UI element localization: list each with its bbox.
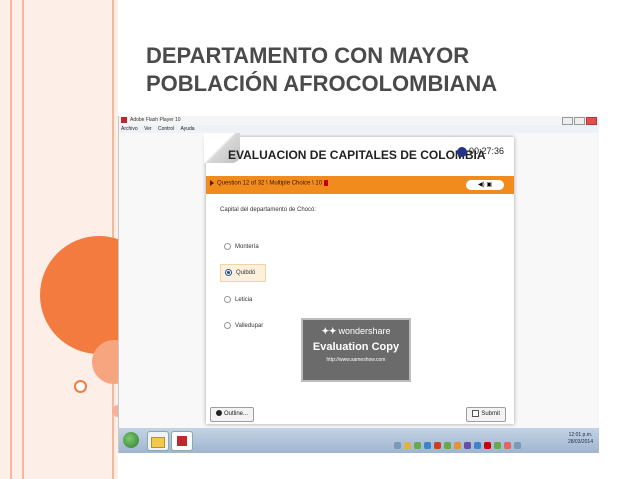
- tray-icon[interactable]: [444, 442, 451, 449]
- menu-bar: Archivo Ver Control Ayuda: [119, 125, 599, 133]
- tray-icon[interactable]: [454, 442, 461, 449]
- watermark-text: Evaluation Copy: [312, 341, 400, 353]
- option-valledupar[interactable]: Valledupar: [220, 318, 273, 334]
- tray-icon[interactable]: [494, 442, 501, 449]
- option-monteria[interactable]: Montería: [220, 239, 269, 255]
- clock-icon: [456, 146, 467, 157]
- windows-taskbar: 12:01 p.m. 28/03/2014: [119, 428, 599, 453]
- question-text: Capital del departamento de Chocó:: [220, 207, 317, 213]
- decor-circle-ring: [74, 380, 87, 393]
- option-label: Quibdó: [236, 270, 256, 276]
- taskbar-clock[interactable]: 12:01 p.m. 28/03/2014: [568, 432, 593, 446]
- timer-value: 00:27:36: [468, 146, 504, 156]
- window-titlebar: Adobe Flash Player 10: [119, 116, 599, 125]
- menu-ver[interactable]: Ver: [144, 126, 152, 132]
- close-button[interactable]: [586, 117, 597, 125]
- minimize-button[interactable]: [562, 117, 573, 125]
- lock-icon[interactable]: ▣: [486, 182, 492, 188]
- outline-icon: [216, 410, 222, 417]
- option-label: Montería: [235, 244, 259, 250]
- radio-button[interactable]: [224, 321, 231, 329]
- tray-icon[interactable]: [464, 442, 471, 449]
- watermark-url: http://www.sameshow.com: [326, 357, 386, 363]
- option-leticia[interactable]: Leticia: [220, 292, 262, 308]
- tray-icon[interactable]: [394, 442, 401, 449]
- question-info-text: Question 12 of 32 \ Multiple Choice \ 10: [217, 180, 323, 187]
- flash-app-icon: [121, 117, 127, 123]
- audio-controls: ◀) ▣: [466, 180, 504, 190]
- tray-icon[interactable]: [484, 442, 491, 449]
- tray-icon[interactable]: [474, 442, 481, 449]
- question-info: Question 12 of 32 \ Multiple Choice \ 10: [210, 180, 329, 187]
- menu-ayuda[interactable]: Ayuda: [181, 126, 195, 132]
- tray-icon[interactable]: [414, 442, 421, 449]
- tray-icon[interactable]: [424, 442, 431, 449]
- tray-icon[interactable]: [404, 442, 411, 449]
- flash-client-area: EVALUACION DE CAPITALES DE COLOMBIA 00:2…: [119, 133, 599, 428]
- flash-icon: [177, 436, 187, 446]
- option-label: Leticia: [235, 297, 253, 303]
- evaluation-watermark: ✦✦ wondershare Evaluation Copy http://www…: [301, 318, 411, 382]
- decor-line: [10, 0, 12, 479]
- radio-button-selected[interactable]: [225, 268, 232, 276]
- tray-icon[interactable]: [434, 442, 441, 449]
- radio-button[interactable]: [224, 242, 231, 250]
- embedded-screenshot: Adobe Flash Player 10 Archivo Ver Contro…: [118, 116, 599, 453]
- tray-icon[interactable]: [504, 442, 511, 449]
- option-quibdo[interactable]: Quibdó: [220, 264, 267, 282]
- arrow-right-icon: [210, 180, 214, 186]
- timer: 00:27:36: [456, 146, 504, 157]
- clock-time: 12:01 p.m.: [568, 432, 593, 438]
- presentation-slide: DEPARTAMENTO CON MAYOR POBLACIÓN AFROCOL…: [0, 0, 638, 479]
- system-tray: [394, 436, 524, 453]
- submit-button[interactable]: Submit: [466, 407, 506, 422]
- quiz-title: EVALUACION DE CAPITALES DE COLOMBIA: [228, 148, 486, 162]
- outline-button[interactable]: Outline...: [210, 407, 255, 422]
- taskbar-explorer[interactable]: [147, 431, 169, 451]
- slide-title: DEPARTAMENTO CON MAYOR POBLACIÓN AFROCOL…: [146, 43, 498, 96]
- option-label: Valledupar: [235, 323, 264, 329]
- clock-date: 28/03/2014: [567, 439, 593, 445]
- menu-archivo[interactable]: Archivo: [121, 126, 138, 132]
- speaker-icon[interactable]: ◀): [478, 182, 485, 188]
- quiz-panel: EVALUACION DE CAPITALES DE COLOMBIA 00:2…: [204, 133, 514, 424]
- wondershare-logo-icon: ✦✦: [321, 326, 337, 336]
- watermark-brand: ✦✦ wondershare: [321, 326, 391, 336]
- taskbar-flash-player[interactable]: [171, 431, 193, 451]
- question-bar: Question 12 of 32 \ Multiple Choice \ 10…: [206, 176, 514, 194]
- submit-icon: [472, 409, 480, 417]
- flag-icon[interactable]: [324, 180, 329, 186]
- radio-button[interactable]: [224, 295, 231, 303]
- start-button[interactable]: [123, 432, 139, 448]
- menu-control[interactable]: Control: [158, 126, 174, 132]
- window-title: Adobe Flash Player 10: [130, 117, 181, 123]
- decor-line: [22, 0, 24, 479]
- folder-icon: [151, 437, 165, 448]
- tray-icon[interactable]: [514, 442, 521, 449]
- maximize-button[interactable]: [574, 117, 585, 125]
